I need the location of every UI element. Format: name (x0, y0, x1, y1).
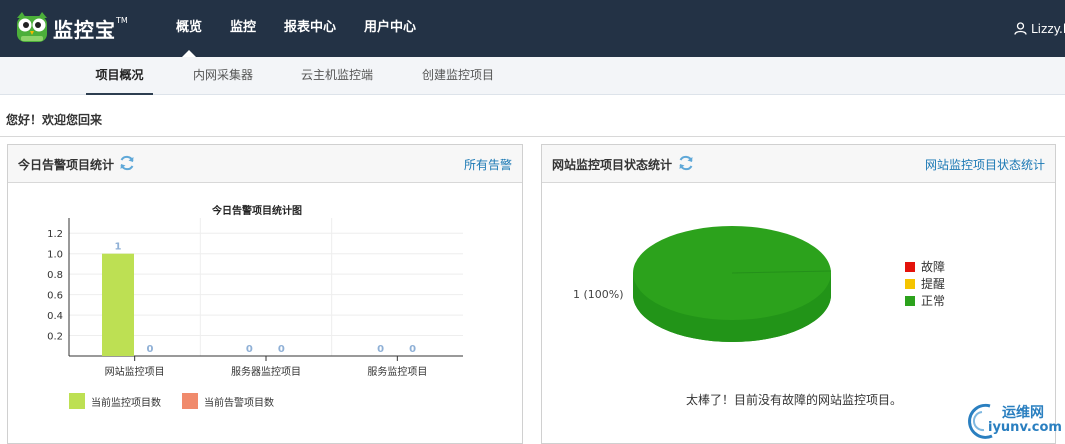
legend-label-alert: 当前告警项目数 (204, 397, 274, 409)
user-name: Lizzy.l (1031, 21, 1065, 36)
user-menu[interactable]: Lizzy.l (1014, 0, 1065, 57)
pie-data-label: 1 (100%) (573, 288, 624, 301)
legend-monitor-count: 当前监控项目数 (69, 393, 161, 409)
nav-user-center[interactable]: 用户中心 (350, 0, 430, 57)
nav-reports[interactable]: 报表中心 (270, 0, 350, 57)
alert-stats-panel: 今日告警项目统计 所有告警 今日告警项目统计图 0.2 0.4 0.6 0.8 1.0 1… (7, 144, 523, 444)
x-category-label: 网站监控项目 (105, 365, 165, 378)
refresh-icon[interactable] (677, 154, 695, 172)
legend-swatch-warn (905, 278, 915, 289)
alert-panel-header: 今日告警项目统计 所有告警 (8, 145, 522, 183)
legend-label-monitor: 当前监控项目数 (91, 397, 161, 409)
top-navbar: 监控宝 TM 概览 监控 报表中心 用户中心 Lizzy.l (0, 0, 1065, 57)
status-panel-header: 网站监控项目状态统计 网站监控项目状态统计 (542, 145, 1055, 183)
legend-label-fault: 故障 (921, 260, 946, 274)
data-label: 1 (115, 242, 122, 253)
y-tick-label: 0.8 (47, 270, 63, 281)
watermark-cn: 运维网 (1002, 405, 1044, 421)
main-nav: 概览 监控 报表中心 用户中心 (162, 0, 430, 57)
watermark-en: iyunv.com (988, 420, 1062, 435)
bar-chart: 0.2 0.4 0.6 0.8 1.0 1.2 1 0 网站监控项目 0 0 服务器监控项目 0 0 服务监… (47, 218, 463, 378)
subnav-project-overview[interactable]: 项目概况 (86, 57, 153, 95)
brand-tm: TM (116, 15, 128, 25)
nav-monitor[interactable]: 监控 (216, 0, 270, 57)
refresh-icon[interactable] (118, 154, 136, 172)
legend-swatch-fault (905, 261, 915, 272)
data-label: 0 (278, 344, 285, 355)
data-label: 0 (246, 344, 253, 355)
user-icon (1014, 22, 1027, 35)
legend-warn: 提醒 (905, 275, 945, 292)
watermark: 运维网 iyunv.com (960, 398, 1065, 444)
legend-label-normal: 正常 (921, 294, 946, 308)
data-label: 0 (147, 344, 154, 355)
nav-overview[interactable]: 概览 (162, 0, 216, 57)
brand-name: 监控宝 (53, 17, 116, 42)
y-tick-label: 0.2 (47, 332, 63, 343)
legend-swatch-monitor (69, 393, 85, 409)
legend-swatch-normal (905, 295, 915, 306)
y-tick-label: 0.6 (47, 291, 63, 302)
pie-chart (633, 226, 832, 342)
subnav-cloud-monitor[interactable]: 云主机监控端 (294, 57, 380, 95)
x-category-label: 服务监控项目 (367, 365, 427, 378)
legend-fault: 故障 (905, 258, 945, 275)
status-panel-title: 网站监控项目状态统计 (552, 158, 673, 172)
data-label: 0 (409, 344, 416, 355)
status-message: 太棒了！目前没有故障的网站监控项目。 (686, 393, 903, 407)
legend-label-warn: 提醒 (921, 277, 946, 291)
site-status-link[interactable]: 网站监控项目状态统计 (925, 156, 1045, 173)
y-tick-label: 1.0 (47, 250, 63, 261)
subnav-intranet-collector[interactable]: 内网采集器 (185, 57, 261, 95)
x-category-label: 服务器监控项目 (231, 365, 301, 378)
y-tick-label: 1.2 (47, 229, 63, 240)
y-tick-label: 0.4 (47, 311, 63, 322)
data-label: 0 (377, 344, 384, 355)
legend-normal: 正常 (905, 292, 945, 309)
legend-swatch-alert (182, 393, 198, 409)
all-alerts-link[interactable]: 所有告警 (464, 156, 512, 173)
bar (102, 253, 134, 356)
alert-panel-title: 今日告警项目统计 (18, 158, 115, 172)
owl-logo-icon (17, 12, 47, 42)
legend-alert-count: 当前告警项目数 (182, 393, 274, 409)
sub-navbar: 项目概况 内网采集器 云主机监控端 创建监控项目 (0, 57, 1065, 95)
divider (0, 136, 1065, 137)
subnav-create-project[interactable]: 创建监控项目 (414, 57, 502, 95)
greeting-text: 您好！欢迎您回来 (6, 113, 103, 127)
logo[interactable]: 监控宝 TM (15, 10, 128, 46)
